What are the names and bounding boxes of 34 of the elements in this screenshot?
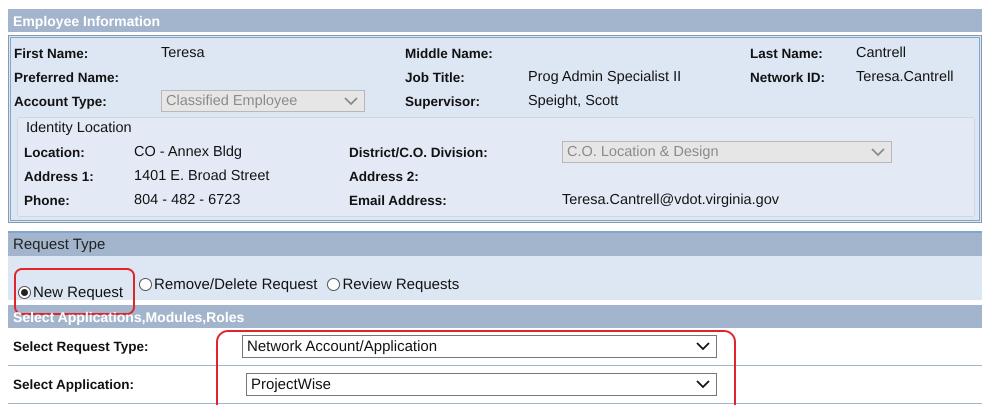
section-header: Request Type [8,233,982,256]
field-label: Select Application: [13,377,136,392]
chevron-down-icon [696,380,710,389]
field-label: Location: [24,144,86,160]
field-value: Teresa.Cantrell [856,69,955,85]
field-value: Prog Admin Specialist II [528,69,682,85]
field-label: Address 2: [349,168,420,184]
field-label: Select Request Type: [13,339,150,354]
field-value: Speight, Scott [528,93,620,109]
field-label: Account Type: [14,94,108,108]
field-label: First Name: [14,46,90,60]
field-label: Preferred Name: [14,70,120,84]
chevron-down-icon [871,148,885,156]
field-label: Last Name: [750,46,824,60]
field-label: Address 1: [24,168,95,184]
field-value: 1401 E. Broad Street [134,168,270,184]
field-label: District/C.O. Division: [349,144,489,160]
field-label: Job Title: [405,70,466,84]
field-value: 804 - 482 - 6723 [134,192,242,208]
field-label: Middle Name: [405,46,494,60]
field-label: Email Address: [349,192,448,208]
chevron-down-icon [344,96,358,106]
section-header: Employee Information [8,9,982,32]
field-label: Phone: [24,192,71,208]
field-value: Cantrell [856,45,907,61]
field-value: Teresa.Cantrell@vdot.virginia.gov [562,192,780,208]
dropdown[interactable]: ProjectWise [246,373,717,396]
dropdown[interactable]: Network Account/Application [242,335,717,358]
field-label: Supervisor: [405,94,482,108]
field-value: Teresa [161,45,206,61]
fieldset-legend: Identity Location [24,120,136,136]
chevron-down-icon [696,342,710,351]
field-label: Network ID: [750,70,826,84]
field-value: CO - Annex Bldg [134,144,243,160]
